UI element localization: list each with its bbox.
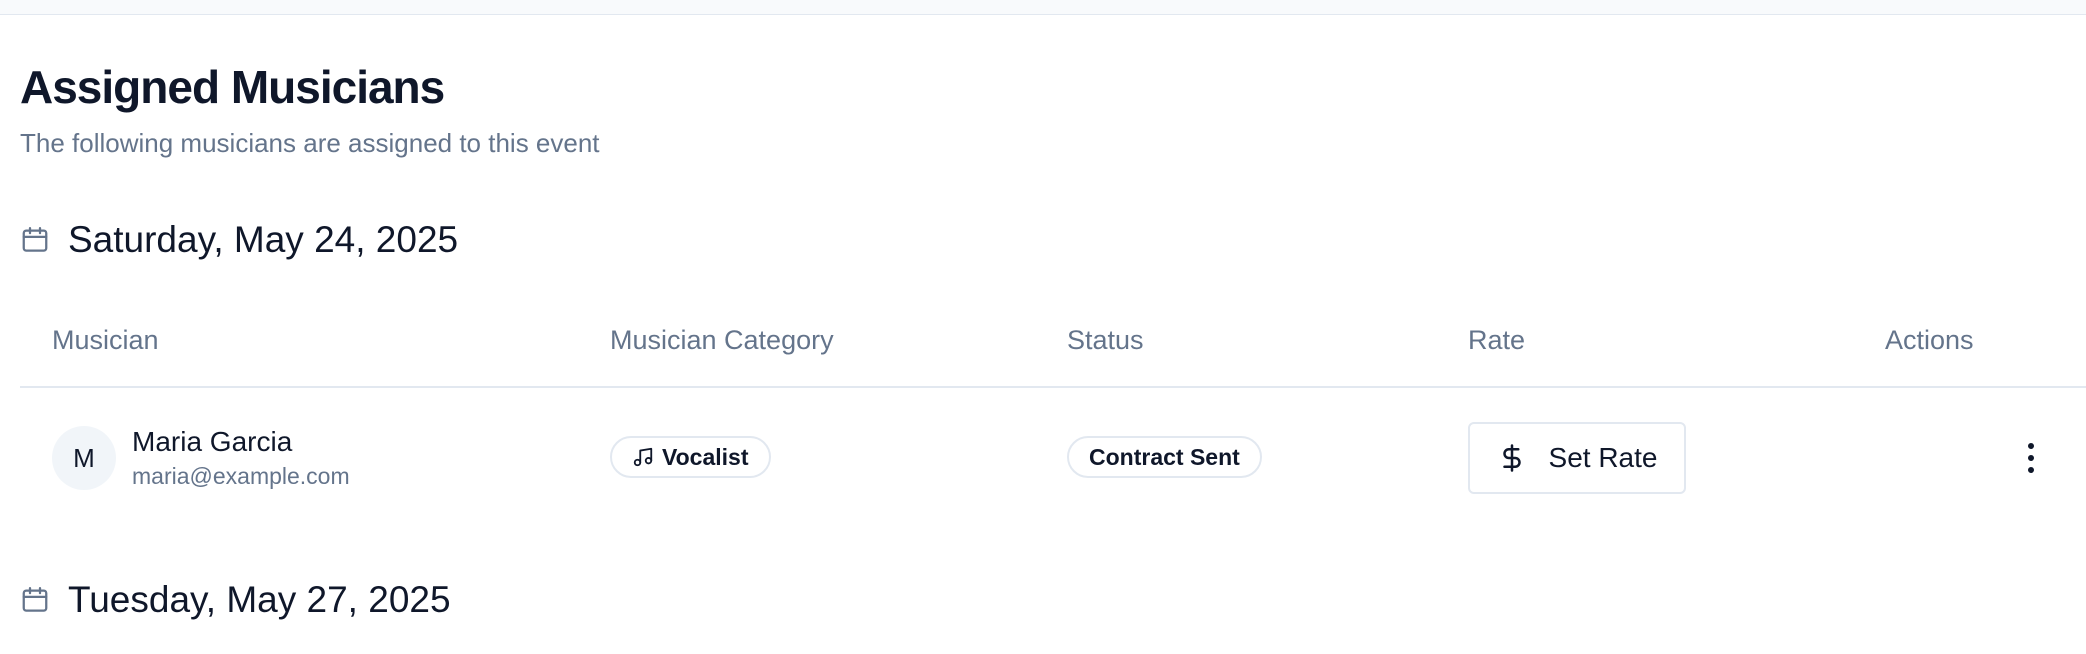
column-header-rate: Rate	[1468, 325, 1526, 355]
table-header: Musician Musician Category Status Rate A…	[20, 300, 2086, 388]
calendar-icon	[20, 225, 50, 255]
column-header-category: Musician Category	[610, 325, 834, 355]
column-header-musician: Musician	[52, 325, 159, 355]
date-heading: Saturday, May 24, 2025	[20, 218, 458, 262]
top-bar	[0, 0, 2086, 15]
music-note-icon	[632, 446, 654, 468]
musician-name: Maria Garcia	[132, 426, 293, 457]
date-heading: Tuesday, May 27, 2025	[20, 578, 451, 622]
page-subtitle: The following musicians are assigned to …	[20, 128, 600, 158]
date-label: Tuesday, May 27, 2025	[68, 579, 451, 620]
date-label: Saturday, May 24, 2025	[68, 219, 459, 260]
musicians-table: Musician Musician Category Status Rate A…	[20, 300, 2086, 528]
category-badge: Vocalist	[610, 436, 771, 478]
more-vertical-icon	[2026, 442, 2036, 474]
set-rate-label: Set Rate	[1548, 442, 1658, 473]
set-rate-button[interactable]: Set Rate	[1468, 422, 1686, 494]
musician-email: maria@example.com	[132, 463, 350, 489]
dollar-icon	[1497, 442, 1527, 474]
avatar: M	[52, 426, 116, 490]
column-header-status: Status	[1067, 325, 1144, 355]
table-row: M Maria Garcia maria@example.com Vocalis…	[20, 388, 2086, 528]
column-header-actions: Actions	[1885, 325, 1974, 355]
category-label: Vocalist	[662, 443, 749, 470]
calendar-icon	[20, 585, 50, 615]
page-title: Assigned Musicians	[20, 61, 445, 113]
row-actions-button[interactable]	[2016, 436, 2046, 480]
status-badge: Contract Sent	[1067, 436, 1262, 478]
